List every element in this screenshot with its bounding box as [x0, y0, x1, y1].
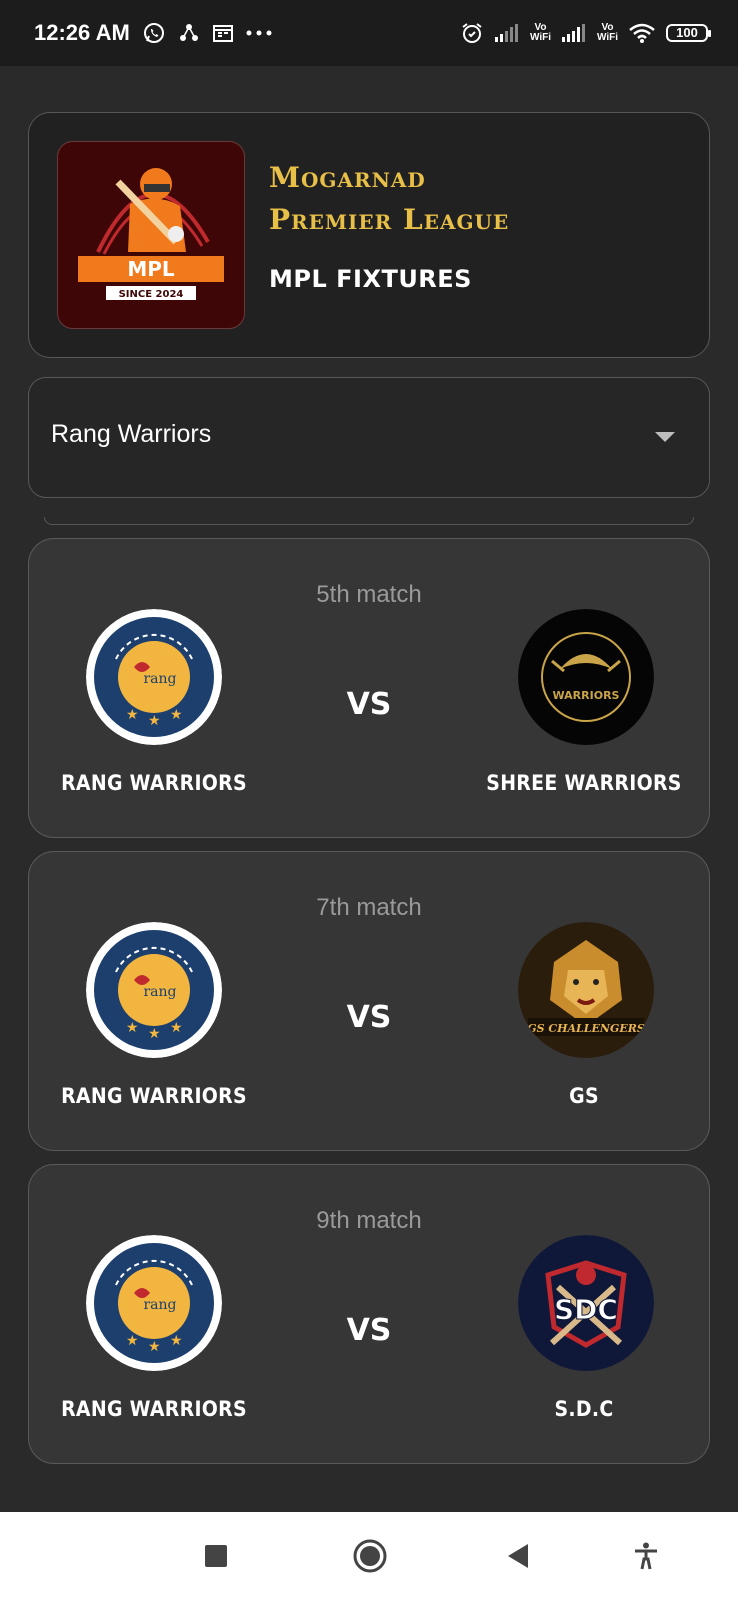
svg-text:rang: rang: [143, 984, 176, 1000]
team2-name: GS: [569, 1084, 599, 1108]
league-name-line2: Premier League: [269, 203, 510, 236]
league-name: Mogarnad Premier League: [269, 157, 509, 241]
wifi-icon: [629, 23, 655, 43]
recents-button[interactable]: [196, 1536, 236, 1576]
mpl-logo: MPL SINCE 2024: [57, 141, 245, 329]
home-button[interactable]: [350, 1536, 390, 1576]
scrolled-card-edge: [44, 517, 694, 525]
page-title: MPL FIXTURES: [269, 265, 472, 293]
sdc-logo: SDC: [518, 1235, 654, 1371]
team2-name: S.D.C: [554, 1397, 614, 1421]
notification-icons: [142, 21, 272, 45]
match-number: 5th match: [316, 581, 422, 608]
team2-name: SHREE WARRIORS: [486, 771, 682, 795]
dropdown-selected-value: Rang Warriors: [51, 420, 212, 448]
chevron-down-icon: [655, 432, 675, 442]
battery-indicator: 100: [666, 24, 711, 42]
team1-name: RANG WARRIORS: [61, 771, 247, 795]
rang-warriors-logo: rang ★ ★ ★: [86, 1235, 222, 1371]
svg-text:rang: rang: [143, 1297, 176, 1313]
status-time: 12:26 AM: [34, 20, 130, 45]
more-dots-icon: [246, 30, 272, 36]
gs-challengers-logo: GS CHALLENGERS: [518, 922, 654, 1058]
match-number: 7th match: [316, 894, 422, 921]
status-bar: 12:26 AM Vo WiFi Vo WiFi 100: [0, 0, 738, 66]
back-button[interactable]: [498, 1536, 538, 1576]
alarm-icon: [462, 23, 482, 43]
team-select-dropdown[interactable]: Rang Warriors: [28, 377, 710, 498]
accessibility-button[interactable]: [626, 1536, 666, 1576]
whatsapp-icon: [143, 23, 164, 43]
match-number: 9th match: [316, 1207, 422, 1234]
system-icons: Vo WiFi Vo WiFi 100: [460, 21, 711, 45]
vowifi-label-1: Vo WiFi: [529, 22, 551, 43]
shree-warriors-logo: WARRIORS: [518, 609, 654, 745]
mpl-logo-text: MPL: [127, 257, 175, 281]
circle-icon: [353, 1539, 387, 1573]
svg-text:SDC: SDC: [554, 1293, 618, 1326]
vowifi-label-2: Vo WiFi: [596, 22, 618, 43]
match-card[interactable]: 7th match rang ★ ★ ★ VS GS CHALLENGERS R…: [28, 851, 710, 1151]
match-card[interactable]: 9th match rang ★ ★ ★ VS SDC RANG WARRIOR…: [28, 1164, 710, 1464]
league-header-card: MPL SINCE 2024 Mogarnad Premier League M…: [28, 112, 710, 358]
svg-text:rang: rang: [143, 671, 176, 687]
team1-name: RANG WARRIORS: [61, 1084, 247, 1108]
svg-text:WARRIORS: WARRIORS: [553, 689, 620, 702]
svg-text:GS CHALLENGERS: GS CHALLENGERS: [527, 1022, 645, 1035]
match-card[interactable]: 5th match rang ★ ★ ★ VS WARRIORS RANG WA…: [28, 538, 710, 838]
calendar-icon: [212, 25, 233, 42]
rang-warriors-logo: rang ★ ★ ★: [86, 609, 222, 745]
signal-icon: [494, 24, 518, 42]
svg-text:SINCE 2024: SINCE 2024: [119, 289, 184, 300]
share-icon: [179, 24, 198, 41]
signal-icon-2: [561, 24, 585, 42]
back-triangle-icon: [508, 1544, 528, 1568]
rang-warriors-logo: rang ★ ★ ★: [86, 922, 222, 1058]
fixtures-list[interactable]: 5th match rang ★ ★ ★ VS WARRIORS RANG WA…: [0, 530, 738, 1472]
accessibility-icon: [635, 1542, 657, 1570]
square-icon: [205, 1545, 227, 1567]
system-nav-bar: [0, 1512, 738, 1600]
team1-name: RANG WARRIORS: [61, 1397, 247, 1421]
league-name-line1: Mogarnad: [269, 161, 426, 194]
